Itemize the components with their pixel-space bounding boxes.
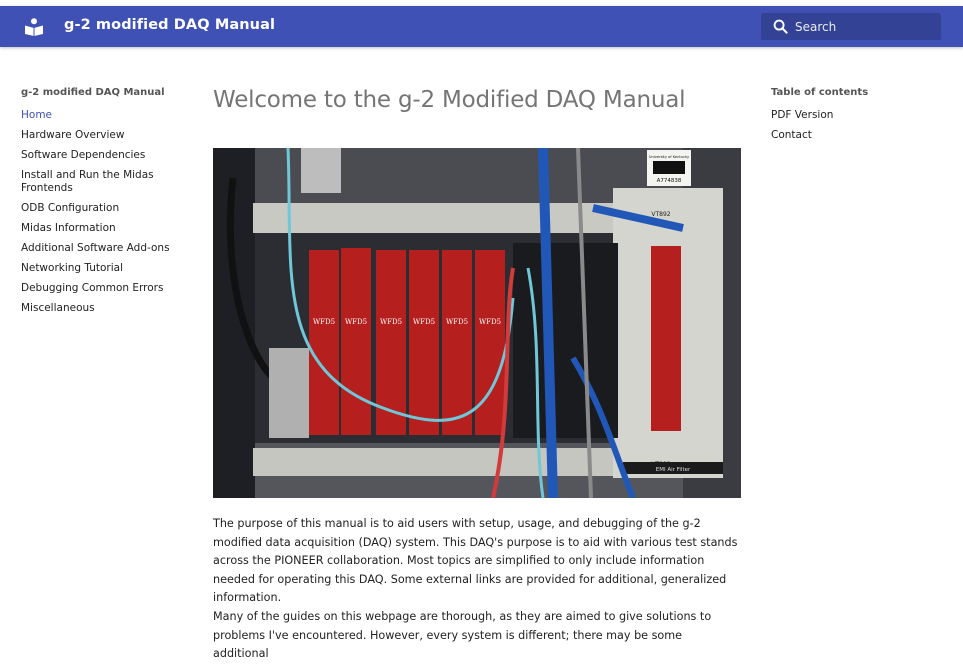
search-icon[interactable] [773,19,788,34]
intro-paragraph: The purpose of this manual is to aid use… [213,517,738,604]
top-app-bar: g-2 modified DAQ Manual [0,6,963,47]
book-reader-icon[interactable] [24,18,44,36]
nav-item-debugging-common-errors[interactable]: Debugging Common Errors [21,279,191,299]
toc-title: Table of contents [771,87,869,98]
nav-item-miscellaneous[interactable]: Miscellaneous [21,299,191,319]
asset-owner: University of Kentucky [649,155,690,159]
filter-label: EMI Air Filter [656,467,691,473]
toc-item-contact[interactable]: Contact [771,126,941,146]
nav-item-install-midas-frontends[interactable]: Install and Run the Midas Frontends [21,166,191,199]
search-input[interactable] [795,13,935,40]
nav-item-midas-information[interactable]: Midas Information [21,219,191,239]
main-content: Welcome to the g-2 Modified DAQ Manual W… [213,84,741,660]
wfd5-card-1: WFD5 [309,250,339,435]
wfd5-card-7 [651,246,681,431]
wfd5-card-2: WFD5 [341,248,371,435]
nav-item-networking-tutorial[interactable]: Networking Tutorial [21,259,191,279]
wfd5-card-4: WFD5 [409,250,439,435]
nav-item-hardware-overview[interactable]: Hardware Overview [21,126,191,146]
wfd5-label: WFD5 [479,318,501,326]
wfd5-card-5: WFD5 [442,250,472,435]
site-title[interactable]: g-2 modified DAQ Manual [64,17,275,33]
guides-paragraph: Many of the guides on this webpage are t… [213,610,712,660]
nav-title: g-2 modified DAQ Manual [21,87,165,98]
page-title: Welcome to the g-2 Modified DAQ Manual [213,87,686,113]
wfd5-card-6: WFD5 [475,250,505,435]
wfd5-label: WFD5 [413,318,435,326]
wfd5-label: WFD5 [446,318,468,326]
wfd5-label: WFD5 [380,318,402,326]
toc-item-pdf-version[interactable]: PDF Version [771,106,941,126]
search-box[interactable] [761,13,941,40]
nav-item-software-dependencies[interactable]: Software Dependencies [21,146,191,166]
primary-navigation: g-2 modified DAQ Manual Home Hardware Ov… [21,86,191,319]
nav-item-home[interactable]: Home [21,106,191,126]
crate-label: VT892 [651,211,670,218]
nav-item-additional-software-addons[interactable]: Additional Software Add-ons [21,239,191,259]
asset-tag: A774838 [657,178,682,184]
daq-crate-photo: WFD5 WFD5 WFD5 WFD5 WFD5 WFD5 VT892 VT89… [213,148,741,498]
wfd5-label: WFD5 [313,318,335,326]
table-of-contents: Table of contents PDF Version Contact [771,86,941,146]
wfd5-label: WFD5 [345,318,367,326]
nav-item-odb-configuration[interactable]: ODB Configuration [21,199,191,219]
